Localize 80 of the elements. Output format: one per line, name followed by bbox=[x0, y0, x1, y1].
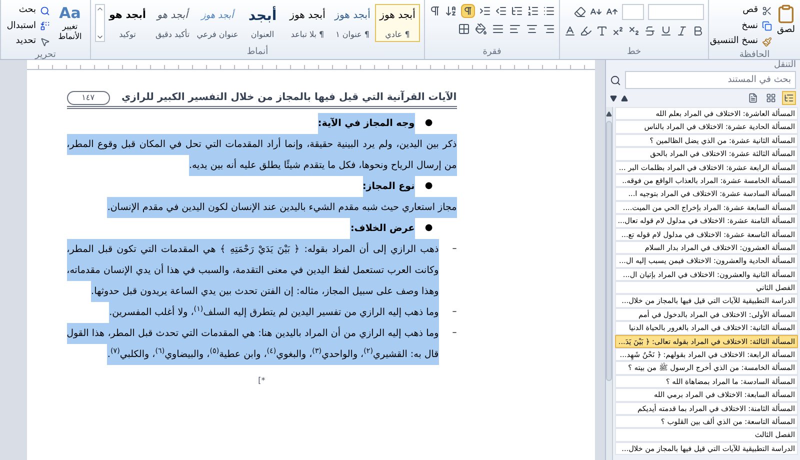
section-heading: عرض الخلاف: bbox=[350, 218, 415, 239]
clear-format-icon[interactable] bbox=[574, 6, 586, 18]
style-item[interactable]: أبجد هوز ¶ بلا تباعد bbox=[285, 4, 330, 42]
pointer-icon bbox=[40, 36, 50, 47]
button-label: تغيير الأنماط bbox=[57, 22, 83, 42]
multilevel-list-icon[interactable] bbox=[511, 5, 523, 17]
group-label: خط bbox=[626, 46, 642, 59]
group-label: الحافظة bbox=[738, 48, 771, 62]
bullet-icon: ● bbox=[414, 113, 433, 134]
style-item[interactable]: أبجد هو تأكيد دقيق bbox=[150, 4, 195, 42]
pane-title: التنقل bbox=[772, 60, 797, 71]
justify-icon[interactable] bbox=[492, 23, 504, 35]
align-center-icon[interactable] bbox=[526, 23, 538, 35]
style-item[interactable]: أبجد هو توكيد bbox=[105, 4, 150, 42]
align-right-icon[interactable] bbox=[543, 23, 555, 35]
styles-glyph: Aa bbox=[59, 4, 81, 22]
header-title: الآيات القرآنية التي قيل فيها بالمجاز من خلال التفسير الكبير للرازي bbox=[122, 90, 457, 105]
underline-icon[interactable] bbox=[660, 25, 672, 37]
highlighter-icon[interactable] bbox=[580, 25, 592, 37]
subscript-icon[interactable] bbox=[628, 25, 640, 37]
page-number: ١٤٧ bbox=[66, 91, 110, 105]
copy-icon bbox=[762, 21, 772, 32]
search-field[interactable]: بحث في المستند bbox=[624, 71, 796, 89]
body-paragraph: ذهب الرازي إلى أن المراد بقوله: ﴿ بَيْنَ يَدَيْ رَحْمَتِهِ ﴾ هي المقدمات التي تكون قبل المطر، وكانت العرب تستعمل لفظ اليدين في معنى التقدمة، والسبب في هذا أن يدي الإنسان مقدماته، وهذا وصف على سبيل المجاز، مثاله: إن الفتن تحدث بين يدي الساعة يريدون قبل حدوثها. bbox=[66, 239, 439, 302]
body-paragraph: ذكر بين اليدين، ولم يرد البينية حقيقة، وإنما أراد المقدمات التي تحل في المكان قبل وقوع المطر، من إرسال الرياح ونحوها، فكل ما يتقدم شيئًا يطلق عليه أنه بين يديه. bbox=[66, 134, 457, 176]
next-arrow-icon[interactable] bbox=[610, 94, 617, 102]
footnote-mark: *] bbox=[258, 375, 266, 387]
decrease-indent-icon[interactable] bbox=[495, 5, 507, 17]
font-name-field[interactable] bbox=[648, 4, 704, 20]
font-size-field[interactable] bbox=[622, 4, 644, 20]
borders-icon[interactable] bbox=[458, 23, 470, 35]
view-tab[interactable] bbox=[782, 91, 796, 105]
scroll-up-icon[interactable] bbox=[606, 111, 612, 117]
search-icon[interactable] bbox=[610, 74, 621, 86]
section-heading: وجه المجاز في الآية: bbox=[318, 113, 415, 134]
search-icon bbox=[40, 6, 50, 16]
bullet-icon: ● bbox=[414, 176, 433, 197]
copy-button[interactable]: نسخ bbox=[710, 20, 772, 33]
style-item[interactable]: أبجد العنوان bbox=[240, 4, 285, 42]
shading-icon[interactable] bbox=[475, 23, 487, 35]
italic-icon[interactable] bbox=[676, 25, 688, 37]
align-left-icon[interactable] bbox=[509, 23, 521, 35]
section-heading: نوع المجاز: bbox=[362, 176, 415, 197]
superscript-icon[interactable] bbox=[612, 25, 624, 37]
group-label: تحرير bbox=[34, 48, 57, 62]
chevron-down-icon[interactable] bbox=[96, 33, 104, 41]
scissors-icon bbox=[762, 6, 772, 16]
group-label: فقرة bbox=[482, 46, 502, 59]
scrollbar[interactable] bbox=[606, 107, 613, 460]
clipboard-icon bbox=[776, 4, 796, 24]
font-color-icon[interactable] bbox=[564, 25, 576, 37]
view-tab[interactable] bbox=[764, 91, 778, 105]
pilcrow-icon[interactable] bbox=[429, 5, 441, 17]
sort-icon[interactable] bbox=[445, 5, 457, 17]
increase-indent-icon[interactable] bbox=[479, 5, 491, 17]
style-item[interactable]: أبجد هوز عنوان فرعي bbox=[195, 4, 240, 42]
paste-button[interactable]: لصق bbox=[776, 4, 796, 48]
replace-icon bbox=[40, 21, 50, 32]
replace-button[interactable]: استبدال bbox=[6, 20, 50, 33]
body-paragraph: وما ذهب إليه الرازي من أن المراد باليدين هنا: هي المقدمات التي تحدث قبل المطر، هذا القول قال به: القشيري$^{(٢)}$، والواحدي$^{(٣)}$، والبغوي$^{(٤)}$، وابن عطية$^{(٥)}$، والبيضاوي$^{(٦)}$، والكلبي$^{(٧)}$. bbox=[66, 323, 439, 365]
previous-arrow-icon[interactable] bbox=[620, 94, 628, 102]
chevron-up-icon[interactable] bbox=[96, 5, 104, 13]
body-paragraph: وما ذهب إليه الرازي من تفسير اليدين لم يتطرق إليه السلف$^{(١)}$، ولا أغلب المفسرين. bbox=[109, 302, 439, 323]
paintbrush-icon bbox=[762, 36, 772, 47]
format-painter-button[interactable]: نسخ التنسيق bbox=[710, 35, 772, 48]
body-paragraph: مجاز استعاري حيث شبه مقدم الشيء باليدين عند الإنسان لكون اليدين في مقدم الإنسان. bbox=[107, 197, 457, 218]
find-button[interactable]: بحث bbox=[6, 4, 50, 18]
dash-icon: – bbox=[438, 323, 457, 365]
text-effects-icon[interactable] bbox=[596, 25, 608, 37]
style-item[interactable]: أبجد هوز ¶ عنوان ١ bbox=[330, 4, 375, 42]
group-label: أنماط bbox=[246, 46, 270, 59]
dash-icon: – bbox=[438, 239, 457, 302]
dash-icon: – bbox=[438, 302, 457, 323]
bullet-icon: ● bbox=[414, 218, 433, 239]
strikethrough-icon[interactable] bbox=[644, 25, 656, 37]
style-item[interactable]: أبجد هوز ¶ عادي bbox=[375, 4, 420, 42]
select-button[interactable]: تحديد bbox=[6, 35, 50, 48]
bold-icon[interactable] bbox=[692, 25, 704, 37]
cut-button[interactable]: قص bbox=[710, 4, 772, 18]
numbering-icon[interactable] bbox=[527, 5, 539, 17]
